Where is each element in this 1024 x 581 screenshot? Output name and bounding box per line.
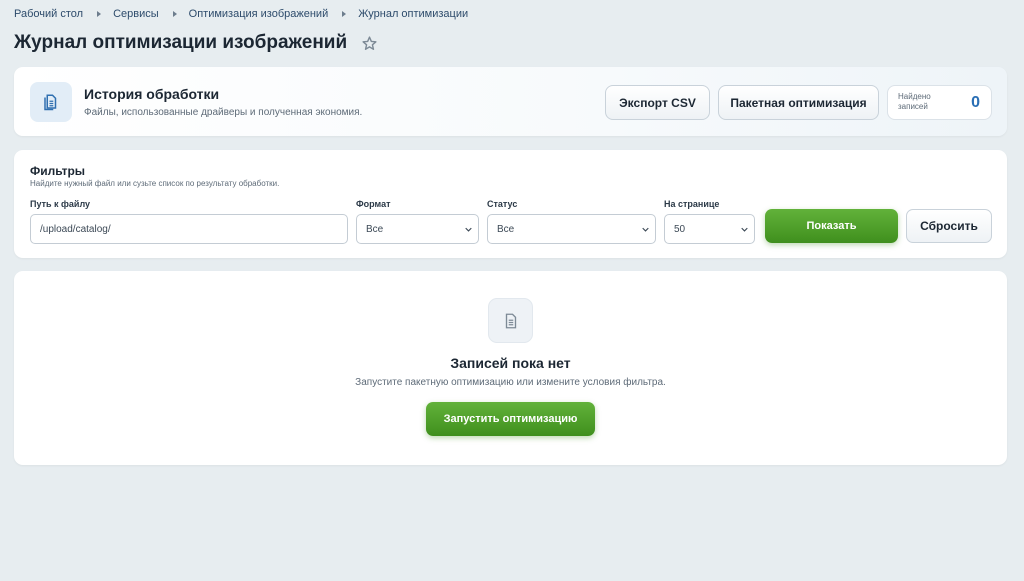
filters-subtitle: Найдите нужный файл или сузьте список по… — [30, 179, 280, 188]
format-select-value: Все — [366, 223, 384, 235]
breadcrumb-separator-icon — [97, 11, 102, 17]
path-input[interactable]: /upload/catalog/ — [30, 214, 348, 244]
breadcrumb-separator-icon — [342, 11, 347, 17]
breadcrumb-item-desktop[interactable]: Рабочий стол — [14, 8, 83, 20]
filters-title: Фильтры — [30, 164, 86, 178]
show-button[interactable]: Показать — [765, 209, 898, 243]
star-icon[interactable] — [361, 35, 378, 52]
records-found-counter: Найдено записей 0 — [887, 85, 992, 120]
chevron-down-icon — [642, 227, 649, 232]
filters-card: Фильтры Найдите нужный файл или сузьте с… — [14, 150, 1007, 258]
history-subtitle: Файлы, использованные драйверы и получен… — [84, 107, 363, 118]
path-input-value: /upload/catalog/ — [40, 223, 111, 235]
format-label: Формат — [356, 199, 391, 209]
breadcrumb-item-optimization-log: Журнал оптимизации — [358, 8, 469, 20]
run-optimization-button[interactable]: Запустить оптимизацию — [426, 402, 595, 436]
empty-state-title: Записей пока нет — [450, 355, 571, 371]
title-row: Журнал оптимизации изображений — [14, 32, 378, 54]
chevron-down-icon — [465, 227, 472, 232]
breadcrumb-item-services[interactable]: Сервисы — [113, 8, 159, 20]
status-select[interactable]: Все — [487, 214, 656, 244]
document-icon — [488, 298, 533, 343]
history-header-card: История обработки Файлы, использованные … — [14, 67, 1007, 136]
chevron-down-icon — [741, 227, 748, 232]
empty-state-card: Записей пока нет Запустите пакетную опти… — [14, 271, 1007, 465]
reset-button[interactable]: Сбросить — [906, 209, 992, 243]
history-title: История обработки — [84, 86, 220, 102]
export-csv-button[interactable]: Экспорт CSV — [605, 85, 710, 120]
document-icon — [30, 82, 72, 122]
empty-state-subtitle: Запустите пакетную оптимизацию или измен… — [355, 377, 666, 388]
per-page-select[interactable]: 50 — [664, 214, 755, 244]
status-select-value: Все — [497, 223, 515, 235]
breadcrumb-item-image-optimization[interactable]: Оптимизация изображений — [189, 8, 329, 20]
per-page-label: На странице — [664, 199, 720, 209]
breadcrumb: Рабочий стол Сервисы Оптимизация изображ… — [14, 8, 468, 20]
batch-optimization-button[interactable]: Пакетная оптимизация — [718, 85, 879, 120]
status-label: Статус — [487, 199, 518, 209]
records-found-label: Найдено записей — [898, 92, 931, 111]
path-label: Путь к файлу — [30, 199, 91, 209]
breadcrumb-separator-icon — [172, 11, 177, 17]
page-title: Журнал оптимизации изображений — [14, 32, 348, 53]
per-page-select-value: 50 — [674, 223, 686, 235]
format-select[interactable]: Все — [356, 214, 479, 244]
records-found-count: 0 — [971, 94, 980, 111]
